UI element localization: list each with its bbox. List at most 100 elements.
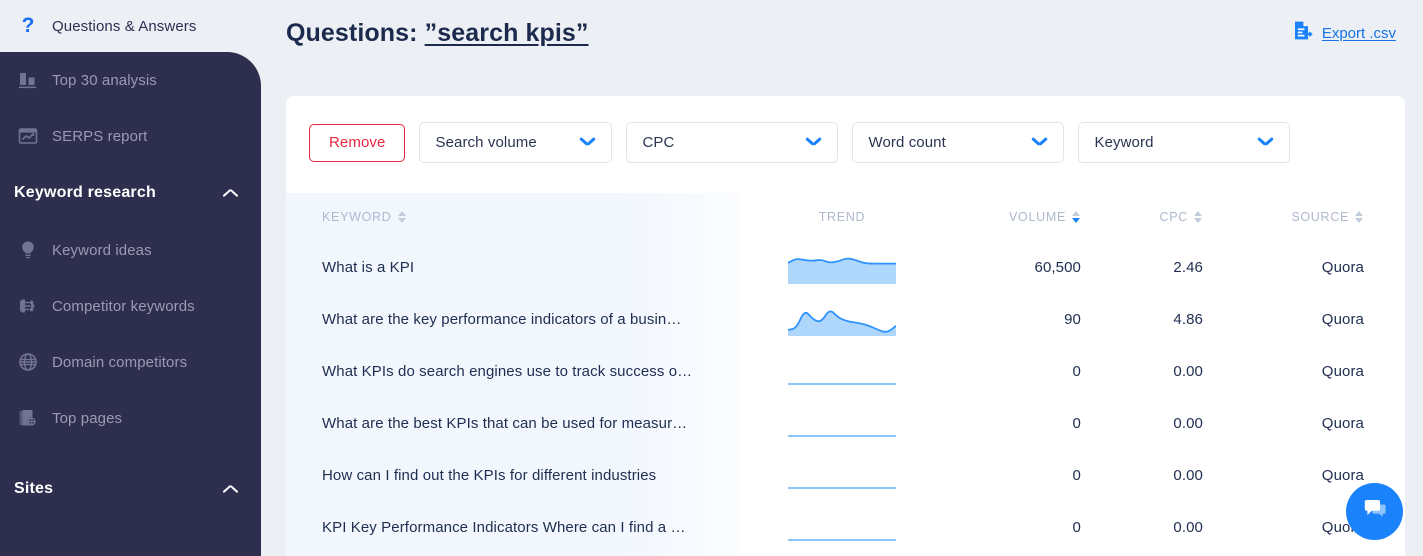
filter-dropdown-word-count[interactable]: Word count <box>852 122 1065 163</box>
column-header-label: VOLUME <box>1009 210 1066 224</box>
filter-dropdown-keyword[interactable]: Keyword <box>1078 122 1291 163</box>
column-header-label: SOURCE <box>1291 210 1349 224</box>
filter-dropdown-cpc[interactable]: CPC <box>626 122 839 163</box>
bar-chart-icon <box>10 65 46 95</box>
filter-dropdown-label: CPC <box>642 134 675 151</box>
column-header-trend: TREND <box>739 193 945 241</box>
cell-cpc: 4.86 <box>1173 310 1203 328</box>
sidebar-section-sites[interactable]: Sites <box>0 460 261 518</box>
table-row[interactable]: What are the best KPIs that can be used … <box>286 397 1405 449</box>
results-card: Remove Search volume CPC Word count Keyw… <box>286 96 1405 556</box>
cell-cpc: 0.00 <box>1173 362 1203 380</box>
cell-volume: 0 <box>1072 518 1081 536</box>
main-content: Questions: ”search kpis” Export .csv Rem… <box>261 0 1423 556</box>
sidebar-item-label: Competitor keywords <box>52 297 195 315</box>
table-row[interactable]: KPI Key Performance Indicators Where can… <box>286 501 1405 553</box>
cell-cpc: 0.00 <box>1173 414 1203 432</box>
page-title-query-term: ”search kpis” <box>424 18 589 47</box>
page-title: Questions: ”search kpis” <box>286 19 589 48</box>
cell-source: Quora <box>1321 258 1364 276</box>
sidebar-item-label: Keyword ideas <box>52 241 152 259</box>
sidebar-item-questions-and-answers[interactable]: ? Questions & Answers <box>0 0 261 52</box>
sidebar-section-keyword-research[interactable]: Keyword research <box>0 164 261 222</box>
sidebar-item-serps-report[interactable]: SERPS report <box>0 108 261 164</box>
pages-globe-icon <box>10 403 46 433</box>
cell-keyword: What are the key performance indicators … <box>322 310 682 328</box>
cell-source: Quora <box>1321 414 1364 432</box>
chevron-up-icon <box>223 188 239 198</box>
cell-volume: 0 <box>1072 466 1081 484</box>
filter-dropdown-label: Keyword <box>1094 134 1154 151</box>
filter-dropdown-search-volume[interactable]: Search volume <box>419 122 613 163</box>
chevron-down-icon <box>806 138 822 148</box>
column-header-cpc[interactable]: CPC <box>1113 193 1223 241</box>
export-csv-label: Export .csv <box>1321 24 1396 42</box>
cell-volume: 90 <box>1064 310 1081 328</box>
svg-text:?: ? <box>22 14 35 37</box>
cell-trend <box>739 397 945 449</box>
sidebar-item-label: Top 30 analysis <box>52 71 157 89</box>
column-header-keyword[interactable]: KEYWORD <box>286 193 739 241</box>
filter-dropdown-label: Word count <box>868 134 946 151</box>
cell-keyword: What KPIs do search engines use to track… <box>322 362 693 380</box>
sidebar-item-label: Questions & Answers <box>52 17 197 35</box>
cell-trend <box>739 449 945 501</box>
cell-volume: 0 <box>1072 414 1081 432</box>
cell-cpc: 2.46 <box>1173 258 1203 276</box>
column-header-volume[interactable]: VOLUME <box>945 193 1113 241</box>
cell-trend <box>739 345 945 397</box>
cell-keyword: What is a KPI <box>322 258 415 276</box>
sidebar-item-keyword-ideas[interactable]: Keyword ideas <box>0 222 261 278</box>
sort-toggle-keyword[interactable] <box>397 209 407 225</box>
cell-cpc: 0.00 <box>1173 518 1203 536</box>
sidebar-nav-dark: Top 30 analysis SERPS report Keyword res… <box>0 52 261 556</box>
column-header-source[interactable]: SOURCE <box>1223 193 1405 241</box>
filter-dropdown-label: Search volume <box>435 134 537 151</box>
page-header: Questions: ”search kpis” Export .csv <box>261 0 1423 66</box>
chat-bubble-icon <box>1360 494 1390 529</box>
sidebar-item-label: Domain competitors <box>52 353 188 371</box>
sidebar-item-top-pages[interactable]: Top pages <box>0 390 261 446</box>
chat-widget-button[interactable] <box>1346 483 1403 540</box>
file-export-icon <box>1292 20 1313 46</box>
serps-window-icon <box>10 121 46 151</box>
cell-keyword: What are the best KPIs that can be used … <box>322 414 688 432</box>
cell-volume: 60,500 <box>1034 258 1081 276</box>
sort-toggle-source[interactable] <box>1355 209 1364 225</box>
globe-icon <box>10 347 46 377</box>
remove-filter-button[interactable]: Remove <box>309 123 406 162</box>
column-header-label: CPC <box>1159 210 1188 224</box>
chevron-up-icon <box>223 484 239 494</box>
sidebar-section-label: Keyword research <box>14 184 156 201</box>
table-header-row: KEYWORD TREND VOLUME CPC SOURCE <box>286 193 1405 241</box>
filter-bar: Remove Search volume CPC Word count Keyw… <box>286 96 1405 163</box>
column-header-label: TREND <box>818 210 866 224</box>
sidebar-item-top-30-analysis[interactable]: Top 30 analysis <box>0 52 261 108</box>
lightbulb-icon <box>10 235 46 265</box>
column-header-label: KEYWORD <box>322 210 392 224</box>
cell-keyword: KPI Key Performance Indicators Where can… <box>322 518 686 536</box>
sidebar-section-label: Sites <box>14 480 54 497</box>
table-header: KEYWORD TREND VOLUME CPC SOURCE <box>286 193 1405 241</box>
table-row[interactable]: What is a KPI 60,500 2.46 Quora <box>286 241 1405 293</box>
questions-and-answers-page: ? Questions & Answers Top 30 analysis SE… <box>0 0 1423 556</box>
table-row[interactable]: What are the key performance indicators … <box>286 293 1405 345</box>
sidebar-item-label: Top pages <box>52 409 123 427</box>
question-mark-icon: ? <box>10 8 46 44</box>
export-csv-button[interactable]: Export .csv <box>1292 20 1396 46</box>
table-row[interactable]: What KPIs do search engines use to track… <box>286 345 1405 397</box>
cell-trend <box>739 241 945 293</box>
table-row[interactable]: How can I find out the KPIs for differen… <box>286 449 1405 501</box>
sort-toggle-volume[interactable] <box>1072 209 1081 225</box>
cell-source: Quora <box>1321 362 1364 380</box>
sidebar-item-domain-competitors[interactable]: Domain competitors <box>0 334 261 390</box>
cell-source: Quora <box>1321 310 1364 328</box>
sidebar-item-label: SERPS report <box>52 127 148 145</box>
cell-trend <box>739 293 945 345</box>
questions-results-table: KEYWORD TREND VOLUME CPC SOURCE What is … <box>286 193 1405 553</box>
sidebar-item-competitor-keywords[interactable]: Competitor keywords <box>0 278 261 334</box>
chevron-down-icon <box>1258 138 1274 148</box>
chevron-down-icon <box>580 138 596 148</box>
sort-toggle-cpc[interactable] <box>1194 209 1203 225</box>
results-table-wrapper: KEYWORD TREND VOLUME CPC SOURCE What is … <box>286 193 1405 556</box>
